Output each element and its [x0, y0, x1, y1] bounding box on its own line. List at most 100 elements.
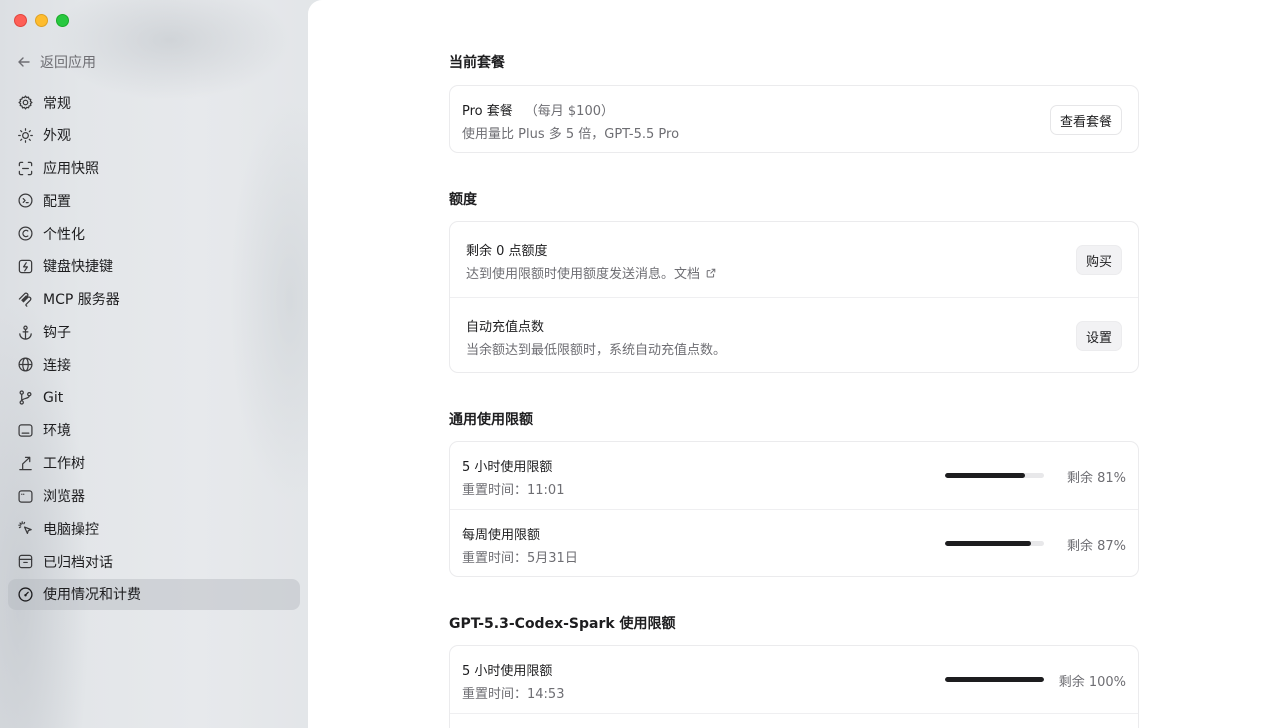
- sidebar-item-computer-control[interactable]: 电脑操控: [8, 513, 300, 544]
- gauge-icon: [16, 585, 34, 603]
- environment-icon: [16, 421, 34, 439]
- sidebar-item-connections[interactable]: 连接: [8, 349, 300, 380]
- sidebar-item-usage-billing[interactable]: 使用情况和计费: [8, 578, 300, 610]
- minimize-window-button[interactable]: [35, 14, 48, 27]
- limit-reset-time: 重置时间：5月31日: [462, 551, 578, 566]
- sidebar-item-label: 连接: [43, 357, 71, 374]
- credits-heading: 额度: [449, 192, 477, 208]
- external-link-icon[interactable]: [706, 268, 716, 278]
- sidebar-item-label: 电脑操控: [43, 521, 99, 538]
- usage-progress-fill: [945, 473, 1026, 478]
- sidebar-item-label: 应用快照: [43, 161, 99, 178]
- remaining-percent: 剩余 81%: [1066, 471, 1126, 486]
- view-plans-button[interactable]: 查看套餐: [1049, 105, 1122, 135]
- general-limits-heading: 通用使用限额: [449, 412, 533, 428]
- credits-remaining-description: 达到使用限额时使用额度发送消息。文档: [466, 263, 716, 282]
- sidebar-item-worktree[interactable]: 工作树: [8, 448, 300, 479]
- remaining-percent: 剩余 100%: [1058, 675, 1126, 690]
- globe-icon: [16, 356, 34, 374]
- main-panel: 当前套餐 Pro 套餐 （每月 $100） 使用量比 Plus 多 5 倍，GPT…: [308, 0, 1280, 728]
- remaining-percent: 剩余 87%: [1066, 539, 1126, 554]
- limit-title: 5 小时使用限额: [462, 664, 553, 679]
- sidebar-item-archived-chats[interactable]: 已归档对话: [8, 546, 300, 577]
- zoom-window-button[interactable]: [56, 14, 69, 27]
- gear-icon: [16, 94, 34, 112]
- sidebar-item-label: 环境: [43, 423, 71, 440]
- spark-limit-row-next: [450, 714, 1138, 728]
- usage-progress-bar: [945, 473, 1044, 478]
- usage-progress-bar: [945, 677, 1044, 682]
- sidebar-item-keyboard-shortcuts[interactable]: 键盘快捷键: [8, 251, 300, 282]
- sidebar-item-label: 使用情况和计费: [43, 587, 141, 604]
- spark-limits-card: 5 小时使用限额 重置时间：14:53 剩余 100%: [449, 645, 1139, 728]
- sidebar-item-label: 常规: [43, 95, 71, 112]
- auto-recharge-title: 自动充值点数: [466, 320, 545, 335]
- usage-progress-bar: [945, 541, 1044, 546]
- config-icon: [16, 192, 34, 210]
- browser-icon: [16, 487, 34, 505]
- usage-progress-fill: [945, 677, 1044, 682]
- credits-remaining-text: 达到使用限额时使用额度发送消息。文档: [466, 267, 701, 282]
- settings-nav: 常规 外观 应用快照 配置 个性化 键盘快捷键 MCP 服务器 钩子 连接 Gi…: [8, 87, 300, 612]
- auto-recharge-description: 当余额达到最低限额时，系统自动充值点数。: [466, 343, 727, 358]
- spark-limit-row-5h: 5 小时使用限额 重置时间：14:53 剩余 100%: [450, 646, 1138, 714]
- limit-reset-time: 重置时间：11:01: [462, 483, 565, 498]
- sidebar-item-label: 外观: [43, 128, 71, 145]
- sidebar-item-browser[interactable]: 浏览器: [8, 481, 300, 512]
- limit-reset-time: 重置时间：14:53: [462, 687, 565, 702]
- plan-title: Pro 套餐 （每月 $100）: [462, 100, 614, 119]
- buy-credits-button[interactable]: 购买: [1075, 245, 1122, 275]
- back-label: 返回应用: [40, 55, 96, 71]
- sidebar-item-app-snapshot[interactable]: 应用快照: [8, 153, 300, 184]
- plan-name: Pro 套餐: [462, 104, 513, 119]
- credits-card: 剩余 0 点额度 达到使用限额时使用额度发送消息。文档 购买 自动充值点数 当余…: [449, 221, 1139, 373]
- sidebar-item-environment[interactable]: 环境: [8, 415, 300, 446]
- credits-remaining-title: 剩余 0 点额度: [466, 244, 548, 259]
- limit-title: 5 小时使用限额: [462, 460, 553, 475]
- limit-row-weekly: 每周使用限额 重置时间：5月31日 剩余 87%: [450, 510, 1138, 577]
- general-limits-card: 5 小时使用限额 重置时间：11:01 剩余 81% 每周使用限额 重置时间：5…: [449, 441, 1139, 577]
- limit-row-5h: 5 小时使用限额 重置时间：11:01 剩余 81%: [450, 442, 1138, 510]
- plan-price: （每月 $100）: [524, 104, 614, 119]
- git-branch-icon: [16, 389, 34, 407]
- personalize-icon: [16, 225, 34, 243]
- mcp-icon: [16, 290, 34, 308]
- settings-window: 返回应用 常规 外观 应用快照 配置 个性化 键盘快捷键 MCP 服务器 钩子 …: [0, 0, 1280, 728]
- sidebar-item-label: 浏览器: [43, 489, 85, 506]
- sidebar-item-label: 工作树: [43, 456, 85, 473]
- sidebar-item-label: 钩子: [43, 325, 71, 342]
- sidebar-item-config[interactable]: 配置: [8, 185, 300, 216]
- sidebar-item-label: 配置: [43, 193, 71, 210]
- sidebar-item-appearance[interactable]: 外观: [8, 120, 300, 151]
- computer-control-icon: [16, 520, 34, 538]
- sidebar-item-general[interactable]: 常规: [8, 87, 300, 118]
- close-window-button[interactable]: [14, 14, 27, 27]
- snapshot-icon: [16, 159, 34, 177]
- usage-progress-fill: [945, 541, 1032, 546]
- sidebar-item-git[interactable]: Git: [8, 382, 300, 413]
- sidebar-item-label: MCP 服务器: [43, 292, 120, 309]
- anchor-icon: [16, 323, 34, 341]
- sidebar-item-label: Git: [43, 389, 64, 406]
- sidebar-item-label: 已归档对话: [43, 554, 113, 571]
- sidebar-item-mcp-servers[interactable]: MCP 服务器: [8, 284, 300, 315]
- sidebar-item-hooks[interactable]: 钩子: [8, 317, 300, 348]
- sun-icon: [16, 126, 34, 144]
- sidebar: 返回应用 常规 外观 应用快照 配置 个性化 键盘快捷键 MCP 服务器 钩子 …: [0, 0, 330, 728]
- auto-recharge-settings-button[interactable]: 设置: [1075, 321, 1122, 351]
- keyboard-shortcut-icon: [16, 257, 34, 275]
- sidebar-item-personalize[interactable]: 个性化: [8, 218, 300, 249]
- window-controls: [14, 14, 69, 27]
- limit-title: 每周使用限额: [462, 528, 541, 543]
- worktree-icon: [16, 454, 34, 472]
- current-plan-heading: 当前套餐: [449, 55, 505, 71]
- back-to-app-link[interactable]: 返回应用: [16, 52, 96, 72]
- archive-icon: [16, 553, 34, 571]
- current-plan-card: Pro 套餐 （每月 $100） 使用量比 Plus 多 5 倍，GPT-5.5 …: [449, 85, 1139, 153]
- spark-limits-heading: GPT-5.3-Codex-Spark 使用限额: [449, 616, 676, 632]
- credits-remaining-row: 剩余 0 点额度 达到使用限额时使用额度发送消息。文档 购买: [450, 222, 1138, 298]
- sidebar-item-label: 键盘快捷键: [43, 259, 113, 276]
- arrow-left-icon: [18, 57, 30, 67]
- plan-row: Pro 套餐 （每月 $100） 使用量比 Plus 多 5 倍，GPT-5.5 …: [450, 86, 1138, 152]
- sidebar-item-label: 个性化: [43, 226, 85, 243]
